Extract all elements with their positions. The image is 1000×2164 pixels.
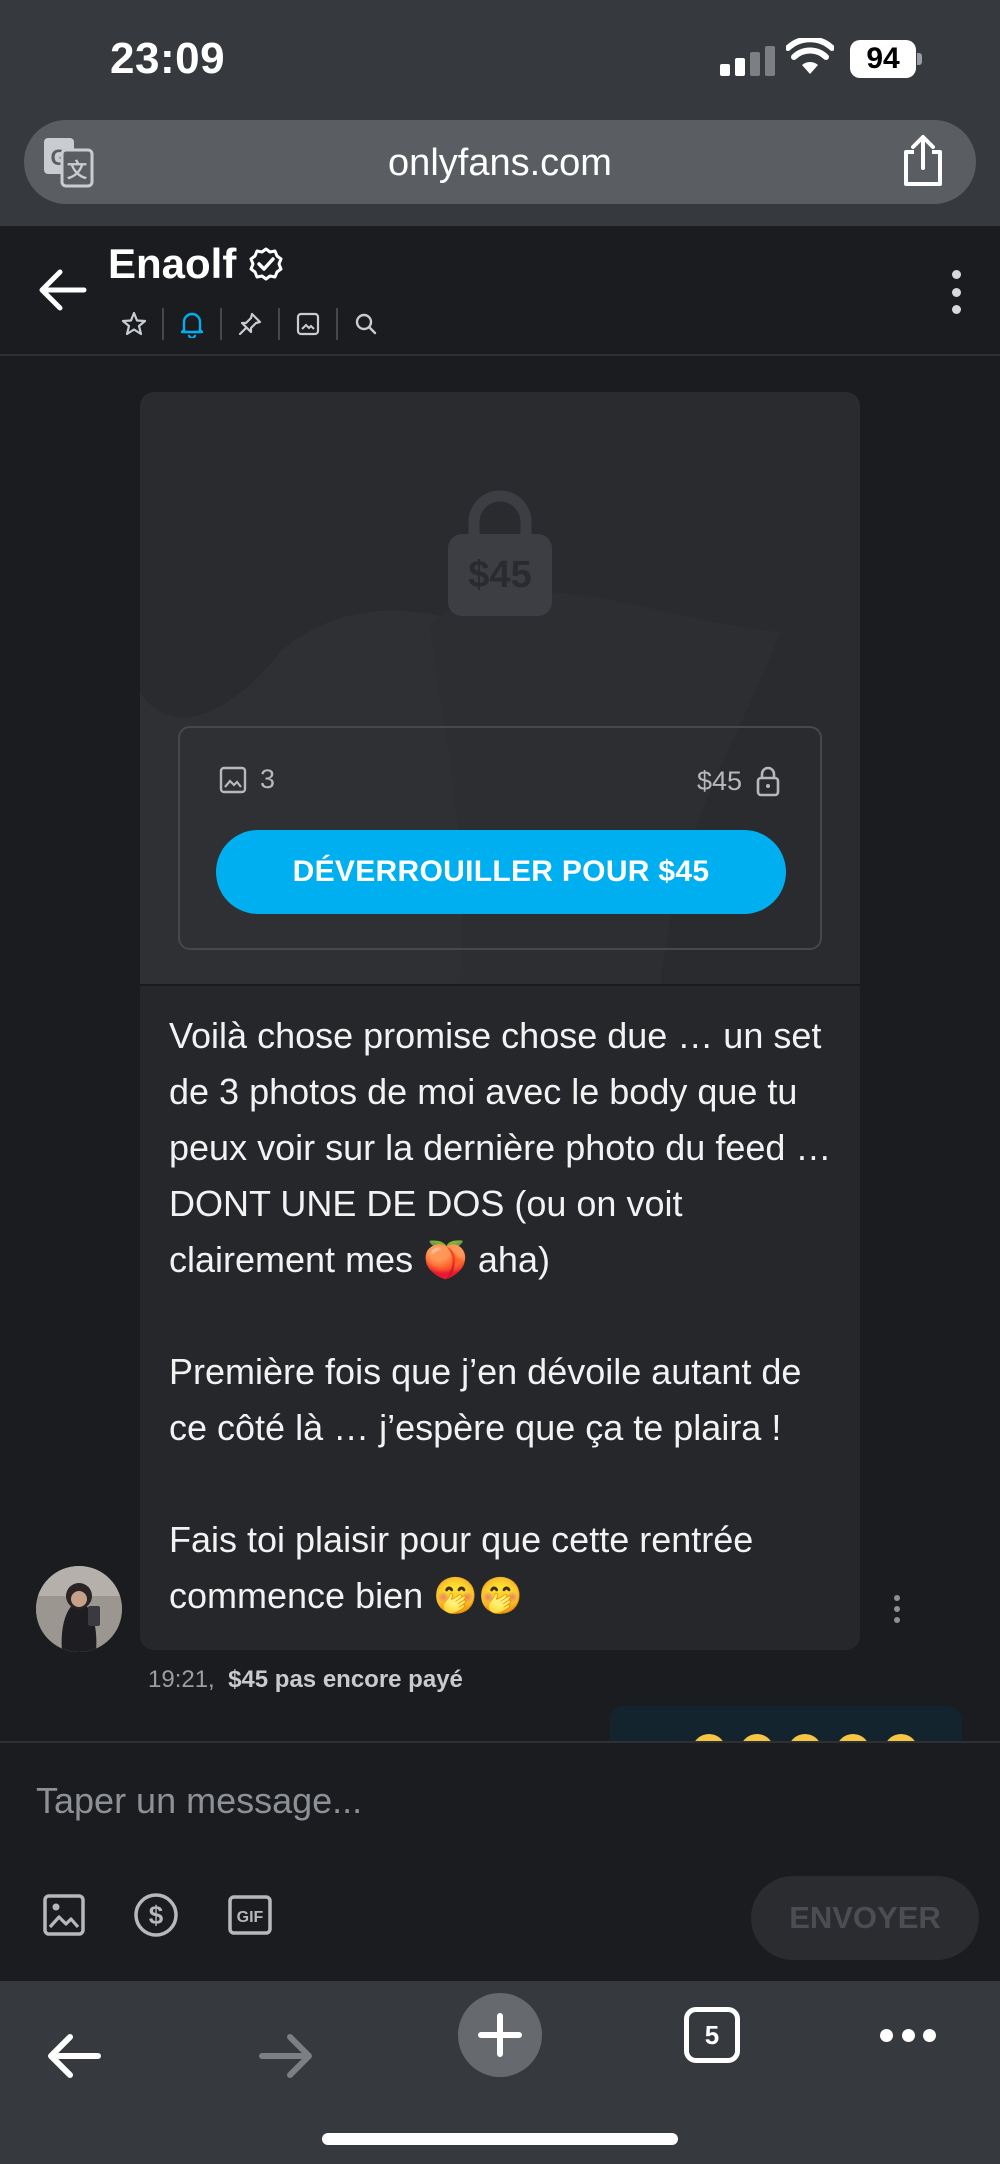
address-bar[interactable]: G 文 onlyfans.com	[24, 120, 976, 204]
verified-badge-icon	[249, 247, 283, 281]
cellular-signal-icon	[720, 46, 775, 76]
message-bubble: $45 3 $45 DÉVERROUILLER POUR $45 Voilà c…	[140, 392, 860, 1650]
message-paragraph-1: Voilà chose promise chose due … un set d…	[169, 1015, 842, 1280]
unlock-panel: 3 $45 DÉVERROUILLER POUR $45	[178, 726, 822, 950]
avatar[interactable]	[36, 1566, 122, 1652]
chat-header: Enaolf	[0, 226, 1000, 356]
new-tab-button[interactable]	[458, 1993, 542, 2077]
tab-switcher-button[interactable]: 5	[684, 2007, 740, 2063]
lock-price-text: $45	[468, 554, 531, 596]
chat-action-icons	[106, 304, 394, 344]
battery-icon: 94	[850, 40, 922, 78]
share-icon[interactable]	[900, 134, 946, 188]
pin-icon[interactable]	[222, 304, 278, 344]
message-options-icon[interactable]	[894, 1595, 902, 1623]
outgoing-message-bubble	[610, 1706, 962, 1742]
media-price: $45	[697, 764, 782, 798]
browser-toolbar: G 文 onlyfans.com	[0, 118, 1000, 226]
padlock-icon	[756, 766, 780, 797]
message-input[interactable]	[36, 1773, 736, 1829]
image-count-icon	[219, 766, 247, 793]
message-composer: $ GIF ENVOYER	[0, 1741, 1000, 1981]
message-meta: 19:21, $45 pas encore payé	[148, 1666, 463, 1694]
media-icon[interactable]	[280, 304, 336, 344]
search-icon[interactable]	[338, 304, 394, 344]
url-text[interactable]: onlyfans.com	[24, 142, 976, 185]
svg-text:$: $	[149, 1900, 164, 1930]
lock-price-icon: $45	[448, 490, 552, 616]
bell-icon[interactable]	[164, 304, 220, 344]
gif-icon[interactable]: GIF	[226, 1891, 274, 1939]
battery-level: 94	[850, 40, 916, 78]
send-button[interactable]: ENVOYER	[751, 1876, 979, 1960]
media-count: 3	[218, 764, 275, 795]
kebab-menu-icon[interactable]	[950, 270, 962, 314]
contact-name-text: Enaolf	[108, 240, 237, 287]
media-price-value: $45	[696, 765, 742, 796]
chat-contact-name[interactable]: Enaolf	[108, 240, 284, 288]
locked-media-preview[interactable]: $45 3 $45 DÉVERROUILLER POUR $45	[140, 392, 860, 986]
browser-forward-icon[interactable]	[258, 2031, 314, 2081]
payment-status: $45 pas encore payé	[228, 1666, 463, 1693]
star-icon[interactable]	[106, 304, 162, 344]
wifi-icon	[786, 38, 834, 74]
media-count-value: 3	[260, 764, 276, 794]
unlock-button[interactable]: DÉVERROUILLER POUR $45	[216, 830, 786, 914]
browser-back-icon[interactable]	[46, 2031, 102, 2081]
browser-bottom-bar: 5	[0, 1981, 1000, 2164]
plus-icon	[478, 2013, 522, 2057]
message-paragraph-3: Fais toi plaisir pour que cette rentrée …	[169, 1519, 764, 1616]
more-options-icon[interactable]	[880, 2029, 936, 2043]
message-text: Voilà chose promise chose due … un set d…	[169, 1008, 839, 1624]
home-indicator	[322, 2133, 678, 2145]
dollar-icon[interactable]: $	[132, 1891, 180, 1939]
back-arrow-icon[interactable]	[38, 268, 88, 312]
svg-text:GIF: GIF	[237, 1909, 264, 1926]
message-time: 19:21,	[148, 1666, 215, 1693]
status-bar: 23:09 94	[0, 0, 1000, 118]
image-icon[interactable]	[40, 1891, 88, 1939]
message-paragraph-2: Première fois que j’en dévoile autant de…	[169, 1351, 812, 1448]
status-time: 23:09	[110, 34, 226, 83]
